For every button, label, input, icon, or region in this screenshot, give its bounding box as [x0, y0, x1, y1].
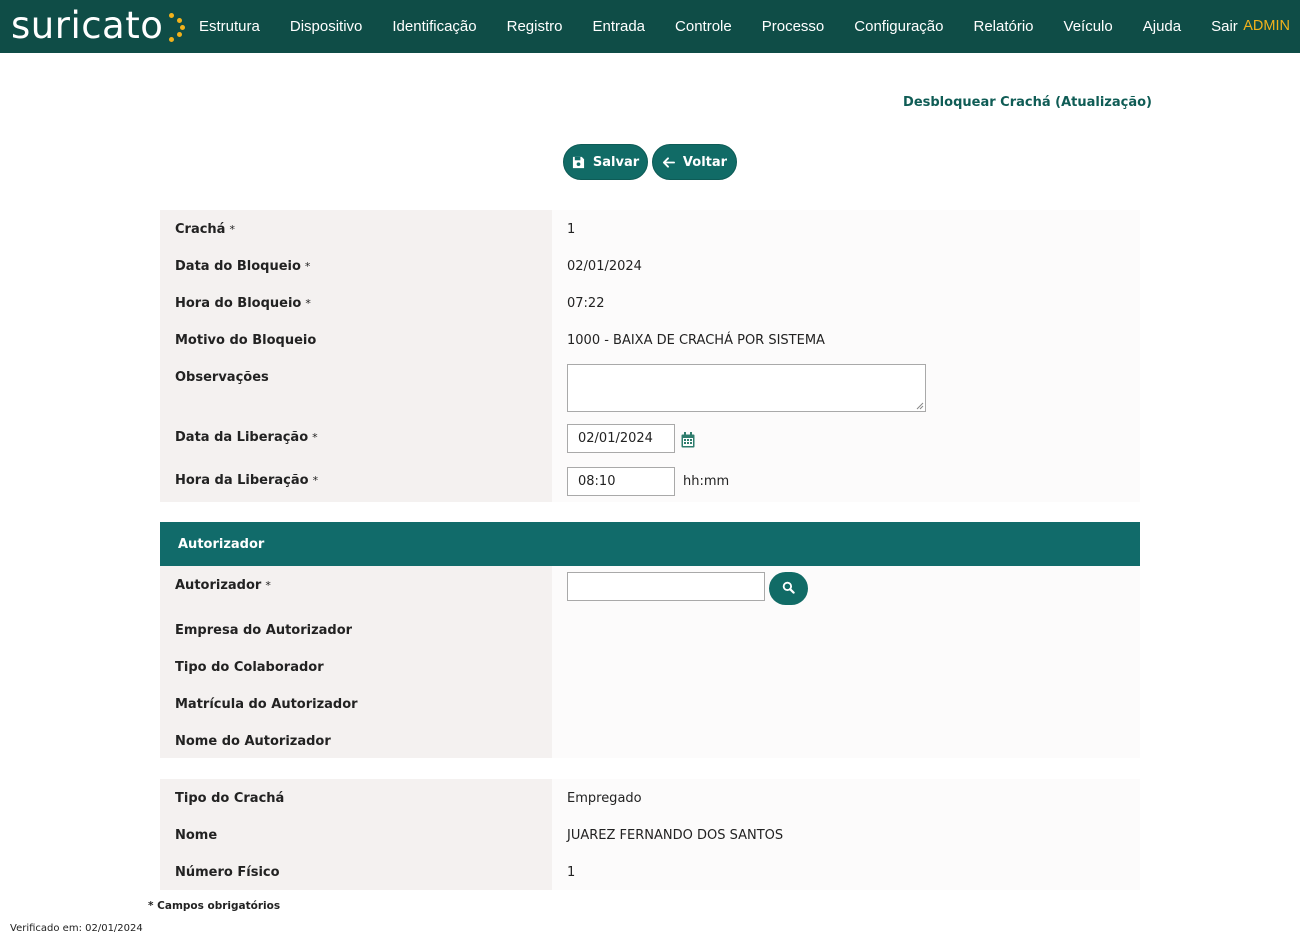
suricato-logo[interactable]: suricato [11, 4, 186, 48]
logo-text: suricato [11, 4, 164, 47]
observacoes-textarea[interactable] [567, 364, 926, 412]
resize-grip-icon[interactable] [916, 402, 924, 410]
search-icon [782, 579, 795, 598]
menu-registro[interactable]: Registro [492, 0, 578, 53]
back-button[interactable]: Voltar [652, 144, 737, 180]
save-button-label: Salvar [592, 154, 640, 170]
label-hora-bloqueio: Hora do Bloqueio * [175, 296, 311, 311]
page-title: Desbloquear Crachá (Atualização) [903, 95, 1152, 110]
value-numero-fisico: 1 [567, 865, 576, 880]
data-liberacao-input[interactable]: 02/01/2024 [567, 424, 675, 453]
label-matricula-autorizador: Matrícula do Autorizador [175, 697, 358, 712]
label-cracha: Crachá * [175, 222, 235, 237]
save-button[interactable]: Salvar [563, 144, 648, 180]
block-info-value-column [552, 210, 1140, 502]
badge-info-panel: Tipo do Crachá Empregado Nome JUAREZ FER… [160, 779, 1140, 890]
block-info-label-column [160, 210, 552, 502]
menu-entrada[interactable]: Entrada [577, 0, 660, 53]
label-autorizador: Autorizador * [175, 578, 271, 593]
menu-dispositivo[interactable]: Dispositivo [275, 0, 378, 53]
label-data-liberacao: Data da Liberação * [175, 430, 318, 445]
value-motivo-bloqueio: 1000 - BAIXA DE CRACHÁ POR SISTEMA [567, 333, 825, 348]
user-menu-admin[interactable]: ADMIN [1243, 0, 1290, 53]
autorizador-section-header: Autorizador [160, 522, 1140, 566]
main-menu: Estrutura Dispositivo Identificação Regi… [184, 0, 1253, 53]
label-tipo-cracha: Tipo do Crachá [175, 791, 285, 806]
label-empresa-autorizador: Empresa do Autorizador [175, 623, 353, 638]
hora-liberacao-input[interactable]: 08:10 [567, 467, 675, 496]
menu-ajuda[interactable]: Ajuda [1128, 0, 1196, 53]
menu-processo[interactable]: Processo [747, 0, 840, 53]
value-tipo-cracha: Empregado [567, 791, 642, 806]
label-numero-fisico: Número Físico [175, 865, 280, 880]
menu-estrutura[interactable]: Estrutura [184, 0, 275, 53]
menu-controle[interactable]: Controle [660, 0, 747, 53]
menu-relatorio[interactable]: Relatório [959, 0, 1049, 53]
back-button-label: Voltar [682, 154, 728, 170]
top-navbar: suricato Estrutura Dispositivo Identific… [0, 0, 1300, 53]
label-tipo-colaborador: Tipo do Colaborador [175, 660, 324, 675]
required-fields-note: * Campos obrigatórios [148, 900, 281, 912]
search-autorizador-button[interactable] [769, 572, 808, 605]
value-data-bloqueio: 02/01/2024 [567, 259, 642, 274]
label-nome: Nome [175, 828, 218, 843]
block-info-panel: Crachá * 1 Data do Bloqueio * 02/01/2024 H… [160, 210, 1140, 502]
floppy-disk-icon [572, 156, 585, 169]
time-format-hint: hh:mm [683, 474, 730, 489]
arrow-left-icon [662, 156, 675, 169]
label-observacoes: Observações [175, 370, 269, 385]
autorizador-input[interactable] [567, 572, 765, 601]
label-nome-autorizador: Nome do Autorizador [175, 734, 331, 749]
menu-configuracao[interactable]: Configuração [839, 0, 958, 53]
value-hora-bloqueio: 07:22 [567, 296, 605, 311]
value-nome: JUAREZ FERNANDO DOS SANTOS [567, 828, 784, 843]
menu-veiculo[interactable]: Veículo [1049, 0, 1128, 53]
label-motivo-bloqueio: Motivo do Bloqueio [175, 333, 317, 348]
menu-identificacao[interactable]: Identificação [377, 0, 491, 53]
value-cracha: 1 [567, 222, 576, 237]
calendar-icon[interactable] [681, 432, 695, 452]
verified-date: Verificado em: 02/01/2024 [10, 923, 143, 934]
label-hora-liberacao: Hora da Liberação * [175, 473, 319, 488]
label-data-bloqueio: Data do Bloqueio * [175, 259, 311, 274]
